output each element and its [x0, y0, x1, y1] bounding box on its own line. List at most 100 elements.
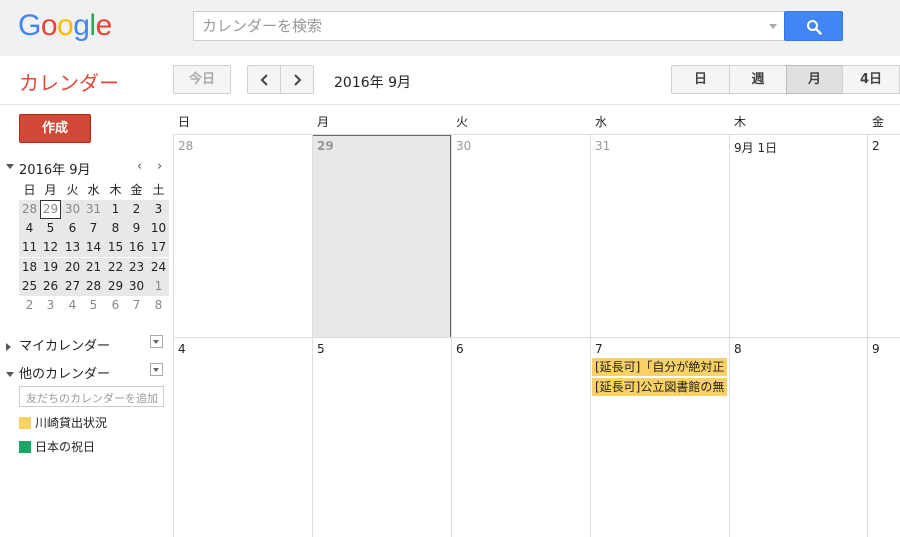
mini-calendar-day[interactable]: 5 [83, 296, 104, 315]
view-day-button[interactable]: 日 [671, 65, 730, 94]
add-friend-calendar-input[interactable]: 友だちのカレンダーを追加 [19, 386, 164, 407]
mini-calendar-day[interactable]: 7 [83, 219, 104, 238]
weekday-header: 木 [734, 115, 747, 129]
day-number[interactable]: 31 [595, 139, 610, 153]
grid-line [729, 134, 730, 537]
expand-toggle-icon[interactable] [6, 339, 11, 354]
mini-calendar-day[interactable]: 24 [148, 258, 169, 277]
day-number[interactable]: 6 [456, 342, 464, 356]
mini-calendar-day[interactable]: 29 [105, 277, 126, 296]
search-button[interactable] [784, 11, 843, 41]
day-number[interactable]: 28 [178, 139, 193, 153]
mini-calendar-day[interactable]: 3 [40, 296, 61, 315]
mini-calendar-day[interactable]: 29 [40, 200, 61, 219]
previous-period-button[interactable] [247, 65, 281, 94]
mini-calendar-day[interactable]: 30 [126, 277, 147, 296]
mini-calendar-week-row: 28 29 30 31 1 2 3 [19, 200, 169, 219]
mini-calendar-day[interactable]: 19 [40, 258, 61, 277]
mini-calendar-day[interactable]: 6 [62, 219, 83, 238]
mini-calendar-day[interactable]: 15 [105, 238, 126, 257]
app-title: カレンダー [19, 73, 119, 95]
mini-calendar-day[interactable]: 4 [62, 296, 83, 315]
calendar-event[interactable]: [延長可]「自分が絶対正 [592, 358, 727, 376]
mini-calendar-day[interactable]: 27 [62, 277, 83, 296]
grid-line [867, 134, 868, 537]
other-calendars-label[interactable]: 他のカレンダー [19, 363, 110, 382]
my-calendars-label[interactable]: マイカレンダー [19, 335, 110, 354]
mini-calendar-day[interactable]: 4 [19, 219, 40, 238]
mini-calendar-next-button[interactable]: › [157, 159, 162, 174]
mini-calendar-day[interactable]: 28 [19, 200, 40, 219]
collapse-toggle-icon[interactable] [6, 164, 14, 169]
mini-calendar-day[interactable]: 31 [83, 200, 104, 219]
day-number[interactable]: 4 [178, 342, 186, 356]
mini-calendar-day[interactable]: 11 [19, 238, 40, 257]
calendar-event[interactable]: [延長可]公立図書館の無 [592, 378, 727, 396]
mini-calendar-day[interactable]: 1 [105, 200, 126, 219]
mini-calendar-day[interactable]: 14 [83, 238, 104, 257]
google-logo[interactable]: Google [18, 9, 112, 43]
day-number[interactable]: 9月 1日 [734, 139, 777, 156]
collapse-toggle-icon[interactable] [6, 367, 14, 382]
view-week-button[interactable]: 週 [729, 65, 787, 94]
day-number[interactable]: 7 [595, 342, 603, 356]
mini-calendar-week-row: 25 26 27 28 29 30 1 [19, 276, 169, 296]
weekday-header: 日 [178, 115, 191, 129]
mini-calendar-day[interactable]: 21 [83, 258, 104, 277]
mini-calendar-day[interactable]: 3 [148, 200, 169, 219]
mini-calendar-day[interactable]: 25 [19, 277, 40, 296]
mini-calendar-day[interactable]: 9 [126, 219, 147, 238]
logo-letter: o [40, 9, 58, 42]
calendar-item[interactable]: 日本の祝日 [19, 438, 95, 454]
mini-calendar-day[interactable]: 26 [40, 277, 61, 296]
my-calendars-menu-button[interactable] [150, 335, 163, 348]
weekday-header: 金 [872, 115, 885, 129]
mini-calendar-day[interactable]: 12 [40, 238, 61, 257]
day-number[interactable]: 30 [456, 139, 471, 153]
logo-letter: G [18, 9, 41, 42]
mini-calendar-day[interactable]: 8 [105, 219, 126, 238]
current-date-range: 2016年 9月 [334, 75, 411, 91]
day-number[interactable]: 2 [872, 139, 880, 153]
day-number[interactable]: 5 [317, 342, 325, 356]
mini-calendar-weekday: 金 [130, 183, 143, 197]
mini-calendar-prev-button[interactable]: ‹ [137, 159, 142, 174]
mini-calendar-week-row: 11 12 13 14 15 16 17 [19, 238, 169, 258]
mini-calendar-day[interactable]: 8 [148, 296, 169, 315]
mini-calendar-day[interactable]: 30 [62, 200, 83, 219]
mini-calendar-day[interactable]: 23 [126, 258, 147, 277]
mini-calendar-day[interactable]: 1 [148, 277, 169, 296]
chevron-right-icon [294, 74, 302, 86]
mini-calendar-day[interactable]: 6 [105, 296, 126, 315]
mini-calendar-day[interactable]: 7 [126, 296, 147, 315]
create-event-button[interactable]: 作成 [19, 114, 91, 143]
mini-calendar-day[interactable]: 2 [19, 296, 40, 315]
grid-line [173, 134, 174, 537]
mini-calendar-day[interactable]: 20 [62, 258, 83, 277]
other-calendars-menu-button[interactable] [150, 363, 163, 376]
mini-calendar-weekday: 日 [23, 183, 36, 197]
search-options-dropdown-icon[interactable] [769, 24, 777, 29]
day-number[interactable]: 29 [317, 139, 334, 153]
mini-calendar-day[interactable]: 17 [148, 238, 169, 257]
mini-calendar-day[interactable]: 22 [105, 258, 126, 277]
month-grid: 日 月 火 水 木 金 28 29 30 31 9月 1日 2 4 5 6 7 8 9 [延長可]「自分が絶対正 [延… [173, 105, 900, 537]
mini-calendar-day[interactable]: 2 [126, 200, 147, 219]
next-period-button[interactable] [280, 65, 314, 94]
mini-calendar-day[interactable]: 28 [83, 277, 104, 296]
day-number[interactable]: 9 [872, 342, 880, 356]
mini-calendar-day[interactable]: 13 [62, 238, 83, 257]
mini-calendar-day[interactable]: 5 [40, 219, 61, 238]
view-4day-button[interactable]: 4日 [842, 65, 900, 94]
grid-line [173, 337, 900, 338]
calendar-item[interactable]: 川崎貸出状況 [19, 414, 107, 430]
mini-calendar-day[interactable]: 16 [126, 238, 147, 257]
mini-calendar-day[interactable]: 18 [19, 258, 40, 277]
mini-calendar-day[interactable]: 10 [148, 219, 169, 238]
dropdown-arrow-icon [153, 340, 159, 344]
view-month-button[interactable]: 月 [786, 65, 843, 94]
today-button[interactable]: 今日 [173, 65, 231, 94]
search-input[interactable] [194, 12, 785, 40]
selected-day-cell[interactable] [312, 135, 451, 338]
day-number[interactable]: 8 [734, 342, 742, 356]
